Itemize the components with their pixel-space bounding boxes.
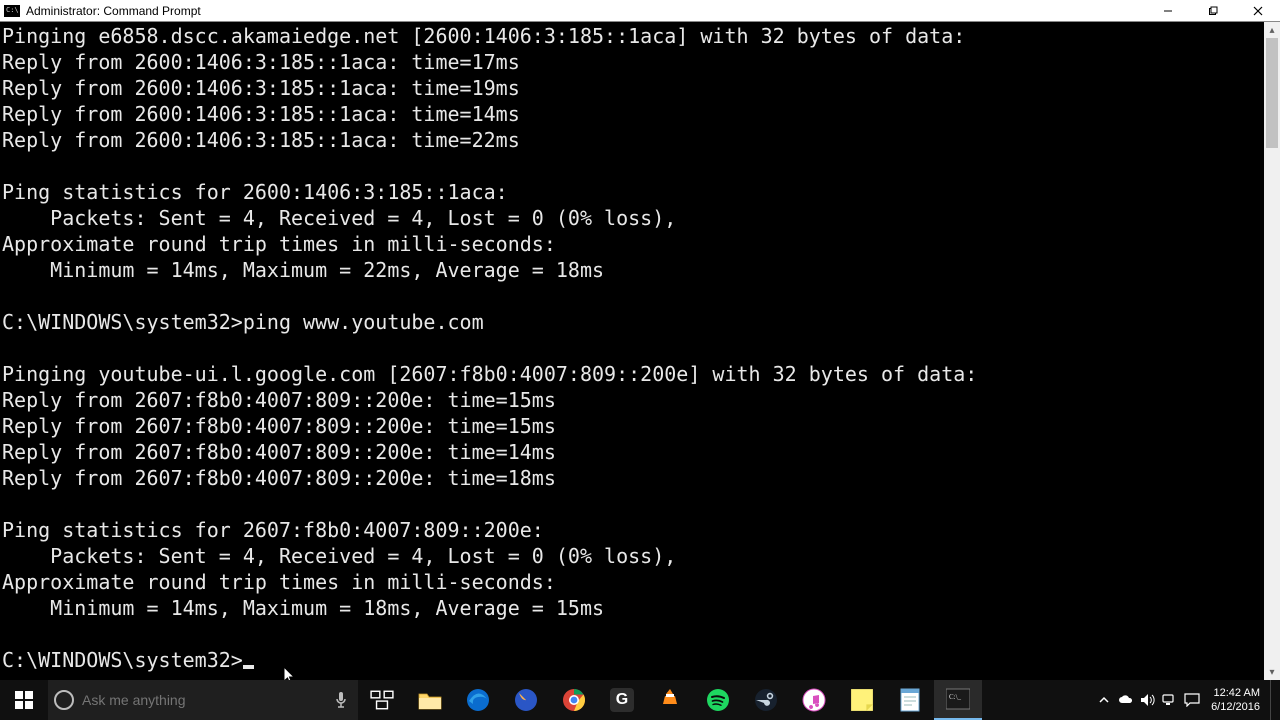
file-explorer-icon — [418, 688, 442, 712]
terminal-output[interactable]: Pinging e6858.dscc.akamaiedge.net [2600:… — [0, 22, 1264, 680]
titlebar[interactable]: Administrator: Command Prompt — [0, 0, 1280, 22]
scroll-thumb[interactable] — [1266, 38, 1278, 148]
mic-icon[interactable] — [334, 691, 348, 709]
scroll-down-arrow-icon[interactable]: ▾ — [1264, 664, 1280, 680]
volume-icon[interactable] — [1139, 691, 1157, 709]
terminal-area: Pinging e6858.dscc.akamaiedge.net [2600:… — [0, 22, 1280, 680]
tray-overflow-icon[interactable] — [1095, 691, 1113, 709]
taskbar: G C:\_ 12:42 AM 6/12/2016 — [0, 680, 1280, 720]
maximize-button[interactable] — [1190, 0, 1235, 21]
network-icon[interactable] — [1161, 691, 1179, 709]
show-desktop-button[interactable] — [1270, 680, 1276, 720]
taskbar-app-chrome[interactable] — [550, 680, 598, 720]
taskbar-app-steam[interactable] — [742, 680, 790, 720]
action-center-icon[interactable] — [1183, 691, 1201, 709]
window-controls — [1145, 0, 1280, 21]
edge-icon — [466, 688, 490, 712]
start-button[interactable] — [0, 680, 48, 720]
taskbar-app-grammarly[interactable]: G — [598, 680, 646, 720]
itunes-icon — [802, 688, 826, 712]
svg-text:C:\_: C:\_ — [949, 693, 962, 701]
clock[interactable]: 12:42 AM 6/12/2016 — [1205, 686, 1266, 714]
taskbar-app-firefox[interactable] — [502, 680, 550, 720]
notepad-icon — [898, 688, 922, 712]
scroll-track[interactable] — [1264, 38, 1280, 664]
cortana-search[interactable] — [48, 680, 358, 720]
cmd-icon: C:\_ — [946, 687, 970, 711]
taskbar-app-notepad[interactable] — [886, 680, 934, 720]
cmd-icon — [4, 5, 20, 17]
close-button[interactable] — [1235, 0, 1280, 21]
chrome-icon — [562, 688, 586, 712]
cmd-window: Administrator: Command Prompt Pinging e6… — [0, 0, 1280, 680]
taskbar-app-itunes[interactable] — [790, 680, 838, 720]
sticky-notes-icon — [850, 688, 874, 712]
cortana-icon — [54, 690, 74, 710]
system-tray: 12:42 AM 6/12/2016 — [1095, 680, 1280, 720]
taskbar-app-file-explorer[interactable] — [406, 680, 454, 720]
taskbar-apps: G C:\_ — [358, 680, 982, 720]
taskbar-app-cmd[interactable]: C:\_ — [934, 680, 982, 720]
search-input[interactable] — [82, 692, 326, 708]
onedrive-icon[interactable] — [1117, 691, 1135, 709]
taskbar-app-vlc[interactable] — [646, 680, 694, 720]
spotify-icon — [706, 688, 730, 712]
steam-icon — [754, 688, 778, 712]
clock-date: 6/12/2016 — [1211, 700, 1260, 714]
window-title: Administrator: Command Prompt — [26, 4, 1145, 18]
taskbar-app-spotify[interactable] — [694, 680, 742, 720]
minimize-button[interactable] — [1145, 0, 1190, 21]
vlc-icon — [658, 688, 682, 712]
scroll-up-arrow-icon[interactable]: ▴ — [1264, 22, 1280, 38]
vertical-scrollbar[interactable]: ▴ ▾ — [1264, 22, 1280, 680]
task-view-icon — [370, 688, 394, 712]
terminal-cursor — [243, 665, 254, 669]
firefox-icon — [514, 688, 538, 712]
grammarly-icon: G — [610, 688, 634, 712]
taskbar-app-task-view[interactable] — [358, 680, 406, 720]
taskbar-app-sticky-notes[interactable] — [838, 680, 886, 720]
clock-time: 12:42 AM — [1211, 686, 1260, 700]
taskbar-app-edge[interactable] — [454, 680, 502, 720]
